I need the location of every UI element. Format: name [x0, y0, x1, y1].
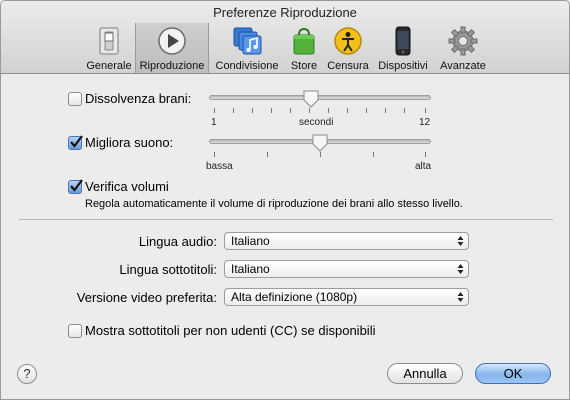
enhancer-tick: [214, 152, 215, 157]
crossfade-tick: [366, 108, 367, 113]
crossfade-min-label: 1: [211, 117, 217, 128]
tab-generale[interactable]: Generale: [85, 23, 133, 73]
cancel-button[interactable]: Annulla: [387, 363, 463, 384]
crossfade-unit-label: secondi: [299, 117, 334, 128]
enhancer-min-label: bassa: [206, 161, 233, 172]
subtitle-language-value: Italiano: [231, 262, 270, 276]
crossfade-tick: [425, 108, 426, 113]
crossfade-slider-knob[interactable]: [302, 90, 320, 108]
enhancer-tick: [373, 152, 374, 157]
tab-label: Avanzate: [440, 60, 486, 72]
crossfade-checkbox[interactable]: [68, 92, 82, 106]
enhancer-tick: [267, 152, 268, 157]
checkmark-icon: [70, 179, 83, 192]
ok-button[interactable]: OK: [475, 363, 551, 384]
tab-label: Riproduzione: [139, 60, 205, 72]
tab-label: Dispositivi: [378, 60, 428, 72]
window-title: Preferenze Riproduzione: [213, 5, 357, 20]
music-share-icon: [233, 27, 262, 55]
enhancer-checkbox[interactable]: [68, 135, 83, 150]
preferences-window: Preferenze Riproduzione Generale Riprodu…: [0, 0, 570, 400]
play-icon: [158, 27, 186, 55]
switch-icon: [99, 27, 119, 55]
tab-store[interactable]: Store: [284, 23, 324, 73]
updown-arrows-icon: [457, 236, 464, 246]
closed-captions-checkbox[interactable]: [68, 324, 82, 338]
crossfade-tick: [214, 108, 215, 113]
crossfade-tick: [328, 108, 329, 113]
video-version-label: Versione video preferita:: [76, 290, 217, 305]
divider: [19, 219, 553, 220]
iphone-icon: [395, 26, 411, 56]
enhancer-tick: [320, 152, 321, 157]
enhancer-slider-knob[interactable]: [311, 134, 329, 152]
help-button[interactable]: ?: [17, 364, 37, 384]
tab-condivisione[interactable]: Condivisione: [213, 23, 281, 73]
subtitle-language-label: Lingua sottotitoli:: [119, 262, 217, 277]
tab-riproduzione[interactable]: Riproduzione: [135, 23, 209, 73]
crossfade-tick: [404, 108, 405, 113]
sound-check-label: Verifica volumi: [85, 179, 169, 194]
crossfade-tick: [271, 108, 272, 113]
enhancer-max-label: alta: [415, 161, 432, 172]
enhancer-tick: [425, 152, 426, 157]
updown-arrows-icon: [457, 292, 464, 302]
subtitle-language-select[interactable]: Italiano: [224, 260, 469, 278]
audio-language-label: Lingua audio:: [138, 234, 217, 249]
crossfade-tick: [347, 108, 348, 113]
sound-check-checkbox[interactable]: [68, 179, 83, 194]
parental-icon: [334, 27, 362, 55]
closed-captions-label: Mostra sottotitoli per non udenti (CC) s…: [85, 323, 376, 338]
tab-label: Condivisione: [215, 60, 279, 72]
tab-label: Censura: [327, 60, 369, 72]
audio-language-value: Italiano: [231, 234, 270, 248]
crossfade-tick: [252, 108, 253, 113]
video-version-select[interactable]: Alta definizione (1080p): [224, 288, 469, 306]
checkmark-icon: [70, 135, 83, 148]
audio-language-select[interactable]: Italiano: [224, 232, 469, 250]
gear-icon: [448, 26, 478, 56]
sound-check-description: Regola automaticamente il volume di ripr…: [85, 198, 463, 210]
tab-label: Generale: [86, 60, 132, 72]
crossfade-tick: [385, 108, 386, 113]
crossfade-slider-track[interactable]: [209, 95, 431, 100]
enhancer-label: Migliora suono:: [85, 135, 174, 150]
toolbar: Preferenze Riproduzione Generale Riprodu…: [1, 1, 569, 74]
tab-censura[interactable]: Censura: [326, 23, 370, 73]
crossfade-max-label: 12: [419, 117, 431, 128]
tab-avanzate[interactable]: Avanzate: [437, 23, 489, 73]
tab-dispositivi[interactable]: Dispositivi: [375, 23, 431, 73]
shopping-bag-icon: [293, 27, 315, 55]
crossfade-label: Dissolvenza brani:: [85, 91, 192, 106]
crossfade-tick: [290, 108, 291, 113]
updown-arrows-icon: [457, 264, 464, 274]
video-version-value: Alta definizione (1080p): [231, 290, 358, 304]
tab-label: Store: [290, 60, 318, 72]
crossfade-tick: [309, 108, 310, 113]
crossfade-tick: [233, 108, 234, 113]
